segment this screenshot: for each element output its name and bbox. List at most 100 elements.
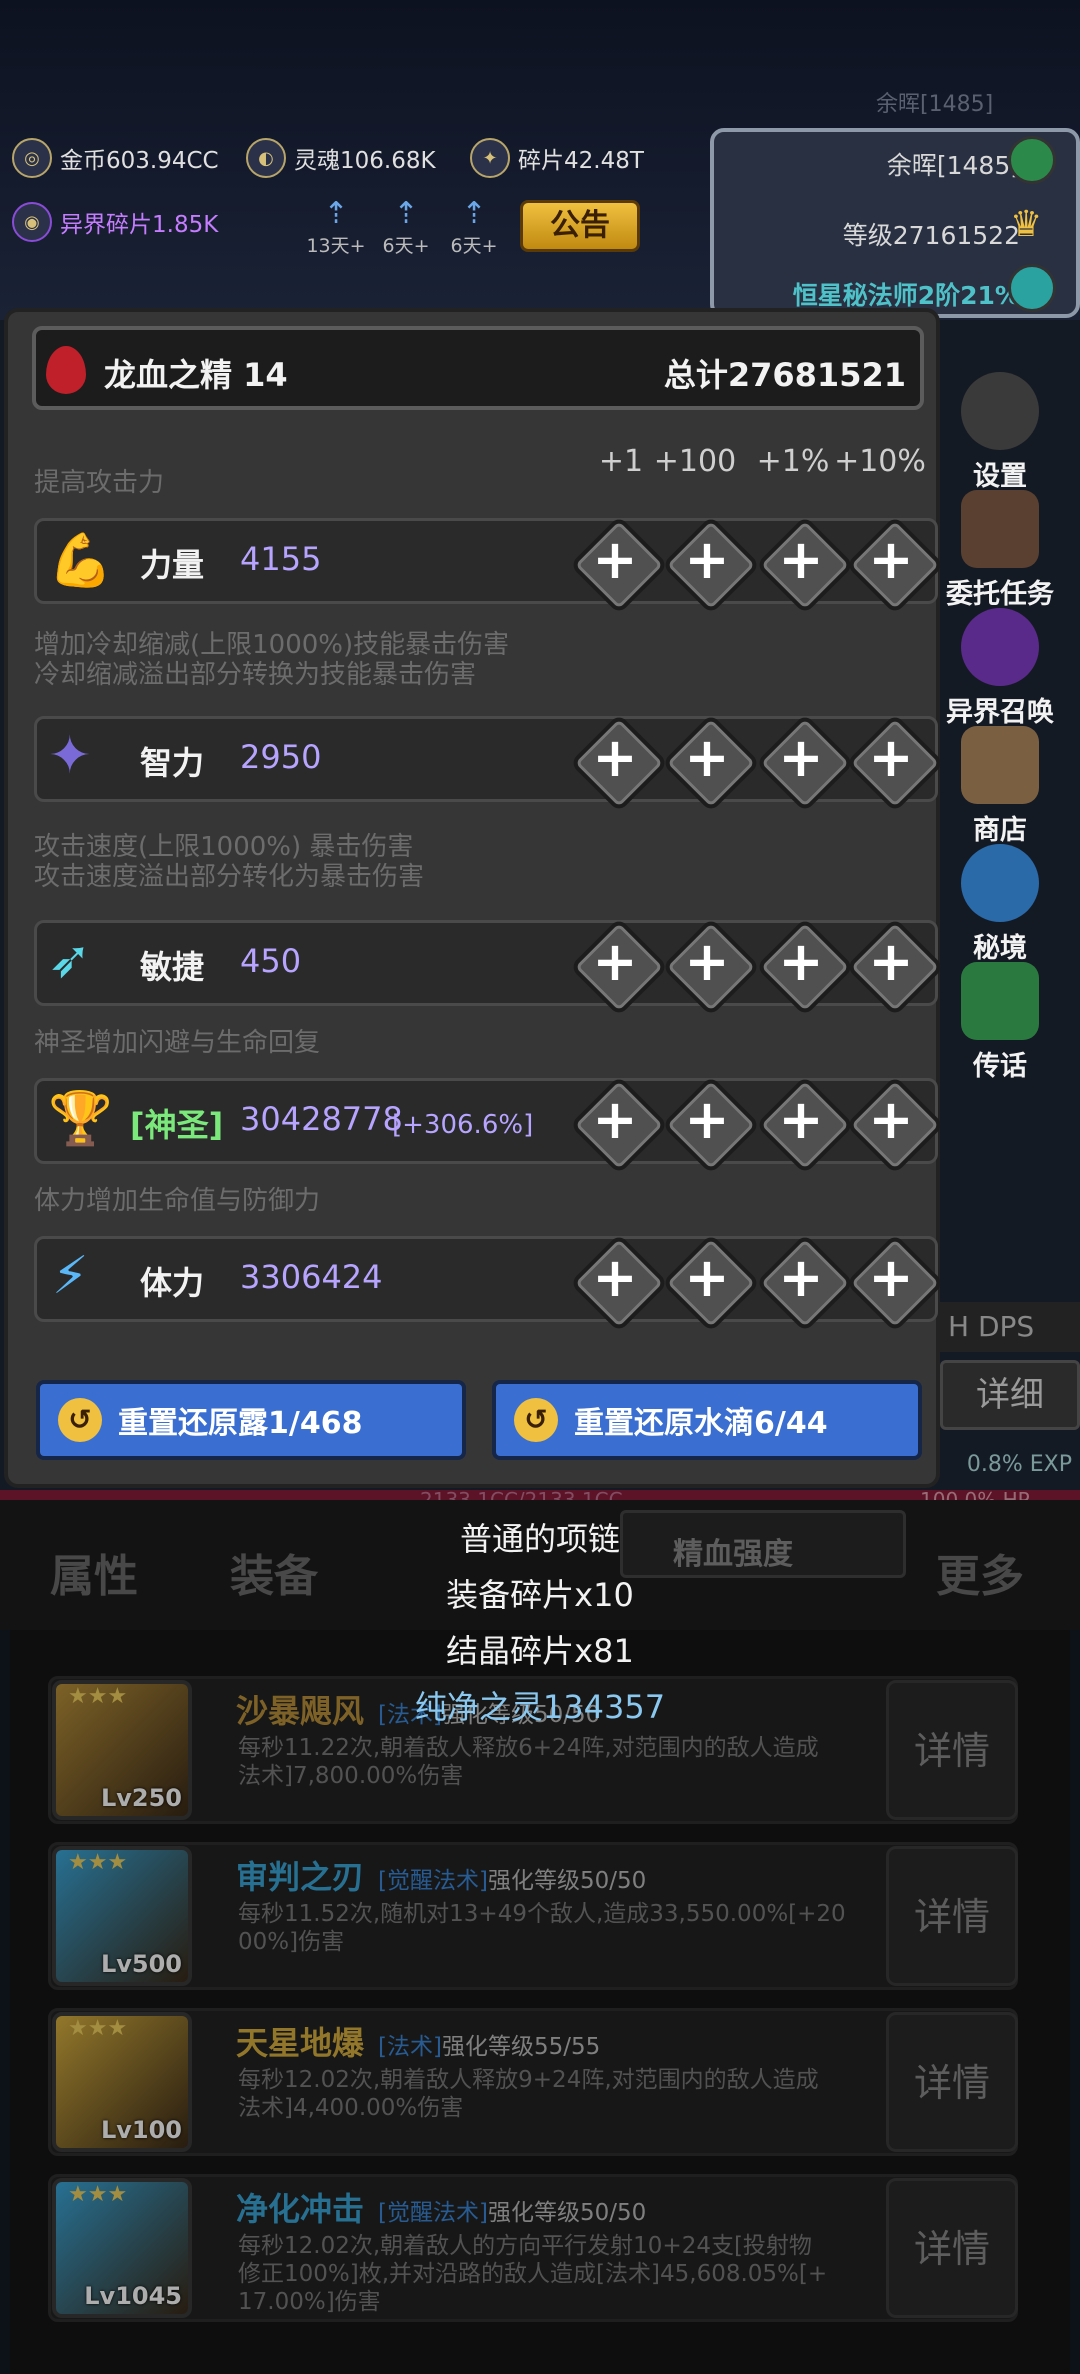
- reset-dew-button[interactable]: ↺ 重置还原露1/468: [36, 1380, 466, 1460]
- strength-plus-100-button[interactable]: +: [661, 515, 761, 615]
- side-menu-message[interactable]: 传话: [940, 962, 1060, 1083]
- reset-arrow-icon: ↺: [58, 1398, 102, 1442]
- agility-plus-10pct-button[interactable]: +: [845, 917, 945, 1017]
- strength-arm-icon: 💪: [48, 531, 113, 591]
- crown-icon: ♛: [1010, 204, 1043, 245]
- intelligence-description: 增加冷却缩减(上限1000%)技能暴击伤害 冷却缩减溢出部分转换为技能暴击伤害: [34, 630, 510, 690]
- shard-resource: ✦ 碎片42.48T: [470, 138, 644, 178]
- strength-plus-1pct-button[interactable]: +: [755, 515, 855, 615]
- notice-button[interactable]: 公告: [520, 200, 640, 252]
- exp-text: 0.8% EXP: [966, 1452, 1072, 1477]
- ghost-afterglow-text: 余晖[1485]: [876, 92, 994, 117]
- plus-icon: +: [684, 726, 730, 789]
- intelligence-value: 2950: [240, 738, 322, 776]
- gear-icon: [961, 372, 1039, 450]
- plus-icon: +: [684, 528, 730, 591]
- stamina-plus-100-button[interactable]: +: [661, 1233, 761, 1333]
- agility-value: 450: [240, 942, 302, 980]
- shop-bag-icon: [961, 726, 1039, 804]
- strength-plus-1-button[interactable]: +: [569, 515, 669, 615]
- side-menu-summon[interactable]: 异界召唤: [940, 608, 1060, 729]
- holy-plus-1pct-button[interactable]: +: [755, 1075, 855, 1175]
- strength-plus-10pct-button[interactable]: +: [845, 515, 945, 615]
- plus-icon: +: [592, 726, 638, 789]
- timer-2[interactable]: ⇡ 6天+: [376, 196, 436, 258]
- stamina-description: 体力增加生命值与防御力: [34, 1186, 321, 1216]
- leaf-icon: [1008, 136, 1056, 184]
- soul-value: 灵魂106.68K: [294, 148, 436, 174]
- drop-crystal-shards: 结晶碎片x81: [446, 1632, 634, 1670]
- intelligence-plus-1-button[interactable]: +: [569, 713, 669, 813]
- side-menu-commission[interactable]: 委托任务: [940, 490, 1060, 611]
- timer-1[interactable]: ⇡ 13天+: [306, 196, 366, 258]
- holy-plus-1-button[interactable]: +: [569, 1075, 669, 1175]
- boost-icon: ⇡: [461, 196, 487, 231]
- afterglow-text: 余晖[1485]: [886, 151, 1020, 180]
- side-menu-shop[interactable]: 商店: [940, 726, 1060, 847]
- plus-icon: +: [592, 528, 638, 591]
- gold-resource: ◎ 金币603.94CC: [12, 138, 219, 178]
- plus-icon: +: [684, 1246, 730, 1309]
- horn-icon: [961, 962, 1039, 1040]
- intelligence-gem-icon: ✦: [48, 726, 92, 786]
- plus-icon: +: [868, 1246, 914, 1309]
- lightning-icon: ⚡: [52, 1246, 89, 1306]
- vortex-icon: ◉: [12, 202, 52, 242]
- strength-label: 力量: [140, 546, 205, 584]
- intelligence-plus-10pct-button[interactable]: +: [845, 713, 945, 813]
- plus-icon: +: [592, 1088, 638, 1151]
- plus-icon: +: [868, 726, 914, 789]
- portal-icon: [961, 608, 1039, 686]
- orb-icon: [961, 844, 1039, 922]
- holy-bonus: [+306.6%]: [392, 1110, 534, 1140]
- plus-icon: +: [868, 528, 914, 591]
- side-menu-secret-realm[interactable]: 秘境: [940, 844, 1060, 965]
- stamina-label: 体力: [140, 1264, 205, 1302]
- soul-icon: ◐: [246, 138, 286, 178]
- holy-plus-100-button[interactable]: +: [661, 1075, 761, 1175]
- intelligence-plus-1pct-button[interactable]: +: [755, 713, 855, 813]
- plus-icon: +: [778, 1088, 824, 1151]
- other-shard-resource: ◉ 异界碎片1.85K: [12, 202, 218, 242]
- soul-resource: ◐ 灵魂106.68K: [246, 138, 436, 178]
- plus-icon: +: [778, 1246, 824, 1309]
- side-menu-settings[interactable]: 设置: [940, 372, 1060, 493]
- stamina-plus-10pct-button[interactable]: +: [845, 1233, 945, 1333]
- stamina-plus-1-button[interactable]: +: [569, 1233, 669, 1333]
- holy-label: [神圣]: [130, 1106, 224, 1144]
- timer-3[interactable]: ⇡ 6天+: [444, 196, 504, 258]
- boost-icon: ⇡: [323, 196, 349, 231]
- reset-arrow-icon: ↺: [514, 1398, 558, 1442]
- drop-necklace: 普通的项链: [459, 1520, 620, 1558]
- holy-plus-10pct-button[interactable]: +: [845, 1075, 945, 1175]
- stamina-value: 3306424: [240, 1258, 383, 1296]
- increment-1pct-label: +1%: [756, 444, 830, 479]
- detail-behind-button[interactable]: 详细: [940, 1360, 1080, 1430]
- agility-label: 敏捷: [140, 948, 205, 986]
- plus-icon: +: [868, 930, 914, 993]
- spiral-icon: [1008, 264, 1056, 312]
- shard-icon: ✦: [470, 138, 510, 178]
- gold-value: 金币603.94CC: [60, 148, 219, 174]
- increment-1-label: +1: [598, 444, 644, 479]
- boost-icon: ⇡: [393, 196, 419, 231]
- coin-icon: ◎: [12, 138, 52, 178]
- increment-100-label: +100: [653, 444, 737, 479]
- drop-pure-spirit: 纯净之灵134357: [414, 1688, 666, 1726]
- agility-plus-1pct-button[interactable]: +: [755, 917, 855, 1017]
- agility-description: 攻击速度(上限1000%) 暴击伤害 攻击速度溢出部分转化为暴击伤害: [34, 832, 425, 892]
- strength-value: 4155: [240, 540, 322, 578]
- dps-label: H DPS: [940, 1302, 1080, 1352]
- holy-description: 神圣增加闪避与生命回复: [34, 1028, 321, 1058]
- agility-wing-icon: ➶: [48, 930, 92, 990]
- reset-water-drop-button[interactable]: ↺ 重置还原水滴6/44: [492, 1380, 922, 1460]
- stamina-plus-1pct-button[interactable]: +: [755, 1233, 855, 1333]
- plus-icon: +: [684, 1088, 730, 1151]
- plus-icon: +: [592, 930, 638, 993]
- plus-icon: +: [778, 528, 824, 591]
- plus-icon: +: [868, 1088, 914, 1151]
- agility-plus-100-button[interactable]: +: [661, 917, 761, 1017]
- plus-icon: +: [592, 1246, 638, 1309]
- agility-plus-1-button[interactable]: +: [569, 917, 669, 1017]
- intelligence-plus-100-button[interactable]: +: [661, 713, 761, 813]
